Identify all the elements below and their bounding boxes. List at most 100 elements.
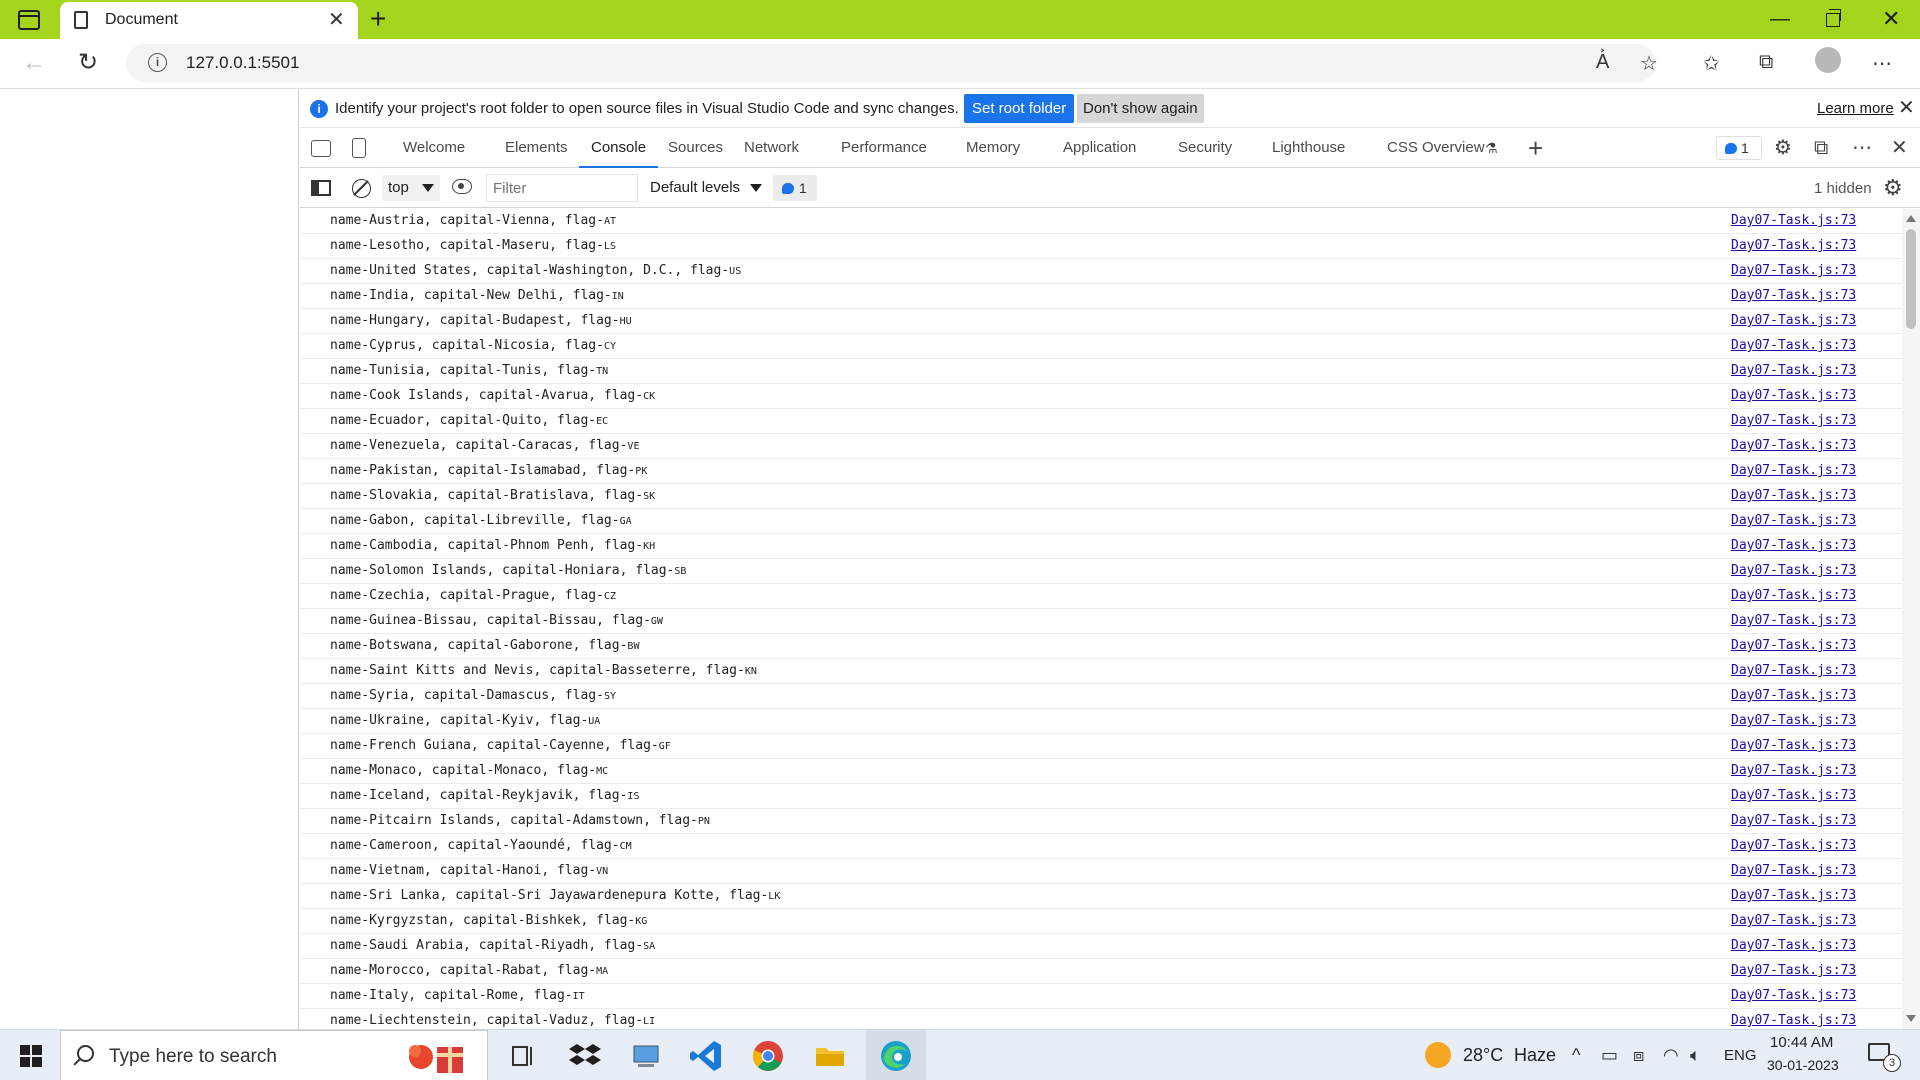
weather-sun-icon[interactable] [1425,1042,1451,1068]
log-source-link[interactable]: Day07-Task.js:73 [1731,309,1856,333]
browser-tab[interactable]: Document ✕ [60,2,358,39]
clear-console-icon[interactable] [352,179,371,198]
log-source-link[interactable]: Day07-Task.js:73 [1731,234,1856,258]
tab-memory[interactable]: Memory [966,128,1020,168]
log-source-link[interactable]: Day07-Task.js:73 [1731,584,1856,608]
minimize-button[interactable]: — [1770,6,1790,32]
window-close-button[interactable]: ✕ [1882,6,1900,32]
chrome-icon[interactable] [750,1038,786,1074]
site-info-icon[interactable]: i [148,53,167,72]
log-source-link[interactable]: Day07-Task.js:73 [1731,359,1856,383]
console-settings-gear-icon[interactable]: ⚙ [1883,176,1903,200]
tab-security[interactable]: Security [1178,128,1232,168]
more-tools-icon[interactable]: ⋯ [1852,136,1872,160]
log-source-link[interactable]: Day07-Task.js:73 [1731,809,1856,833]
close-devtools-icon[interactable]: ✕ [1891,136,1908,160]
dont-show-again-button[interactable]: Don't show again [1077,94,1204,123]
tab-welcome[interactable]: Welcome [403,128,465,168]
read-aloud-icon[interactable]: A͐ [1596,51,1609,74]
log-source-link[interactable]: Day07-Task.js:73 [1731,609,1856,633]
tab-close-button[interactable]: ✕ [328,8,345,32]
log-source-link[interactable]: Day07-Task.js:73 [1731,534,1856,558]
log-source-link[interactable]: Day07-Task.js:73 [1731,959,1856,983]
settings-gear-icon[interactable]: ⚙ [1774,136,1792,160]
new-tab-button[interactable]: + [370,4,386,34]
scrollbar-thumb[interactable] [1906,229,1916,329]
tab-elements[interactable]: Elements [505,128,568,168]
live-expression-eye-icon[interactable] [452,179,472,194]
context-selector[interactable]: top [382,175,440,201]
this-pc-icon[interactable] [628,1038,664,1074]
log-source-link[interactable]: Day07-Task.js:73 [1731,759,1856,783]
log-source-link[interactable]: Day07-Task.js:73 [1731,559,1856,583]
add-tab-icon[interactable]: + [1528,135,1543,161]
log-source-link[interactable]: Day07-Task.js:73 [1731,459,1856,483]
dropbox-icon[interactable] [567,1038,603,1074]
collections-icon[interactable]: ⧉ [1759,51,1773,74]
log-source-link[interactable]: Day07-Task.js:73 [1731,409,1856,433]
log-source-link[interactable]: Day07-Task.js:73 [1731,684,1856,708]
language-indicator[interactable]: ENG [1724,1047,1757,1064]
clock-date[interactable]: 30-01-2023 [1767,1057,1839,1073]
log-source-link[interactable]: Day07-Task.js:73 [1731,659,1856,683]
log-source-link[interactable]: Day07-Task.js:73 [1731,334,1856,358]
task-view-icon[interactable] [505,1038,541,1074]
tab-lighthouse[interactable]: Lighthouse [1272,128,1345,168]
log-levels-dropdown[interactable]: Default levels [650,175,764,201]
add-favorite-icon[interactable]: ☆ [1640,51,1658,76]
log-source-link[interactable]: Day07-Task.js:73 [1731,784,1856,808]
log-source-link[interactable]: Day07-Task.js:73 [1731,384,1856,408]
log-source-link[interactable]: Day07-Task.js:73 [1731,509,1856,533]
url-input[interactable]: i 127.0.0.1:5501 [126,44,1656,82]
weather-desc[interactable]: Haze [1514,1045,1556,1066]
learn-more-link[interactable]: Learn more [1817,100,1894,117]
log-source-link[interactable]: Day07-Task.js:73 [1731,834,1856,858]
tab-css-overview[interactable]: CSS Overview [1387,128,1485,168]
set-root-folder-button[interactable]: Set root folder [964,94,1075,123]
log-source-link[interactable]: Day07-Task.js:73 [1731,209,1856,233]
scroll-down-arrow-icon[interactable] [1906,1015,1916,1022]
inspect-element-icon[interactable] [311,140,331,157]
back-arrow-icon[interactable]: ← [22,49,46,77]
tab-sources[interactable]: Sources [668,128,723,168]
windows-start-icon[interactable] [20,1045,42,1067]
tab-application[interactable]: Application [1063,128,1136,168]
tab-network[interactable]: Network [744,128,799,168]
dock-options-icon[interactable]: ⧉ [1814,136,1828,160]
log-source-link[interactable]: Day07-Task.js:73 [1731,484,1856,508]
show-hidden-icons-chevron-icon[interactable]: ^ [1572,1044,1580,1066]
sidebar-toggle-icon[interactable] [311,180,331,196]
taskbar-search[interactable]: Type here to search [60,1030,488,1080]
profile-icon[interactable] [1815,47,1841,73]
restore-button[interactable] [1826,9,1841,27]
log-source-link[interactable]: Day07-Task.js:73 [1731,284,1856,308]
scroll-up-arrow-icon[interactable] [1906,215,1916,222]
console-scrollbar[interactable] [1902,209,1920,1029]
infobar-close-icon[interactable]: ✕ [1898,95,1915,120]
log-source-link[interactable]: Day07-Task.js:73 [1731,934,1856,958]
wifi-icon[interactable]: ◠ [1663,1044,1679,1066]
filter-input[interactable] [486,174,638,202]
tab-console[interactable]: Console [579,128,659,168]
log-source-link[interactable]: Day07-Task.js:73 [1731,909,1856,933]
battery-icon[interactable]: ▭ [1601,1044,1618,1066]
reload-icon[interactable]: ↻ [78,48,98,77]
log-source-link[interactable]: Day07-Task.js:73 [1731,1009,1856,1029]
log-source-link[interactable]: Day07-Task.js:73 [1731,859,1856,883]
more-icon[interactable]: ⋯ [1872,51,1892,76]
log-source-link[interactable]: Day07-Task.js:73 [1731,634,1856,658]
log-source-link[interactable]: Day07-Task.js:73 [1731,734,1856,758]
log-source-link[interactable]: Day07-Task.js:73 [1731,259,1856,283]
file-explorer-icon[interactable] [812,1038,848,1074]
volume-icon[interactable]: 🔈︎ [1690,1044,1701,1066]
console-issues-badge[interactable]: 1 [773,175,817,201]
tab-performance[interactable]: Performance [841,128,927,168]
url-text[interactable]: 127.0.0.1:5501 [186,53,299,73]
device-emulation-icon[interactable] [352,138,366,158]
tab-actions-icon[interactable] [18,10,40,30]
issues-badge[interactable]: 1 [1716,136,1762,160]
log-source-link[interactable]: Day07-Task.js:73 [1731,434,1856,458]
log-source-link[interactable]: Day07-Task.js:73 [1731,884,1856,908]
log-source-link[interactable]: Day07-Task.js:73 [1731,709,1856,733]
display-icon[interactable]: ⧈ [1633,1044,1644,1066]
